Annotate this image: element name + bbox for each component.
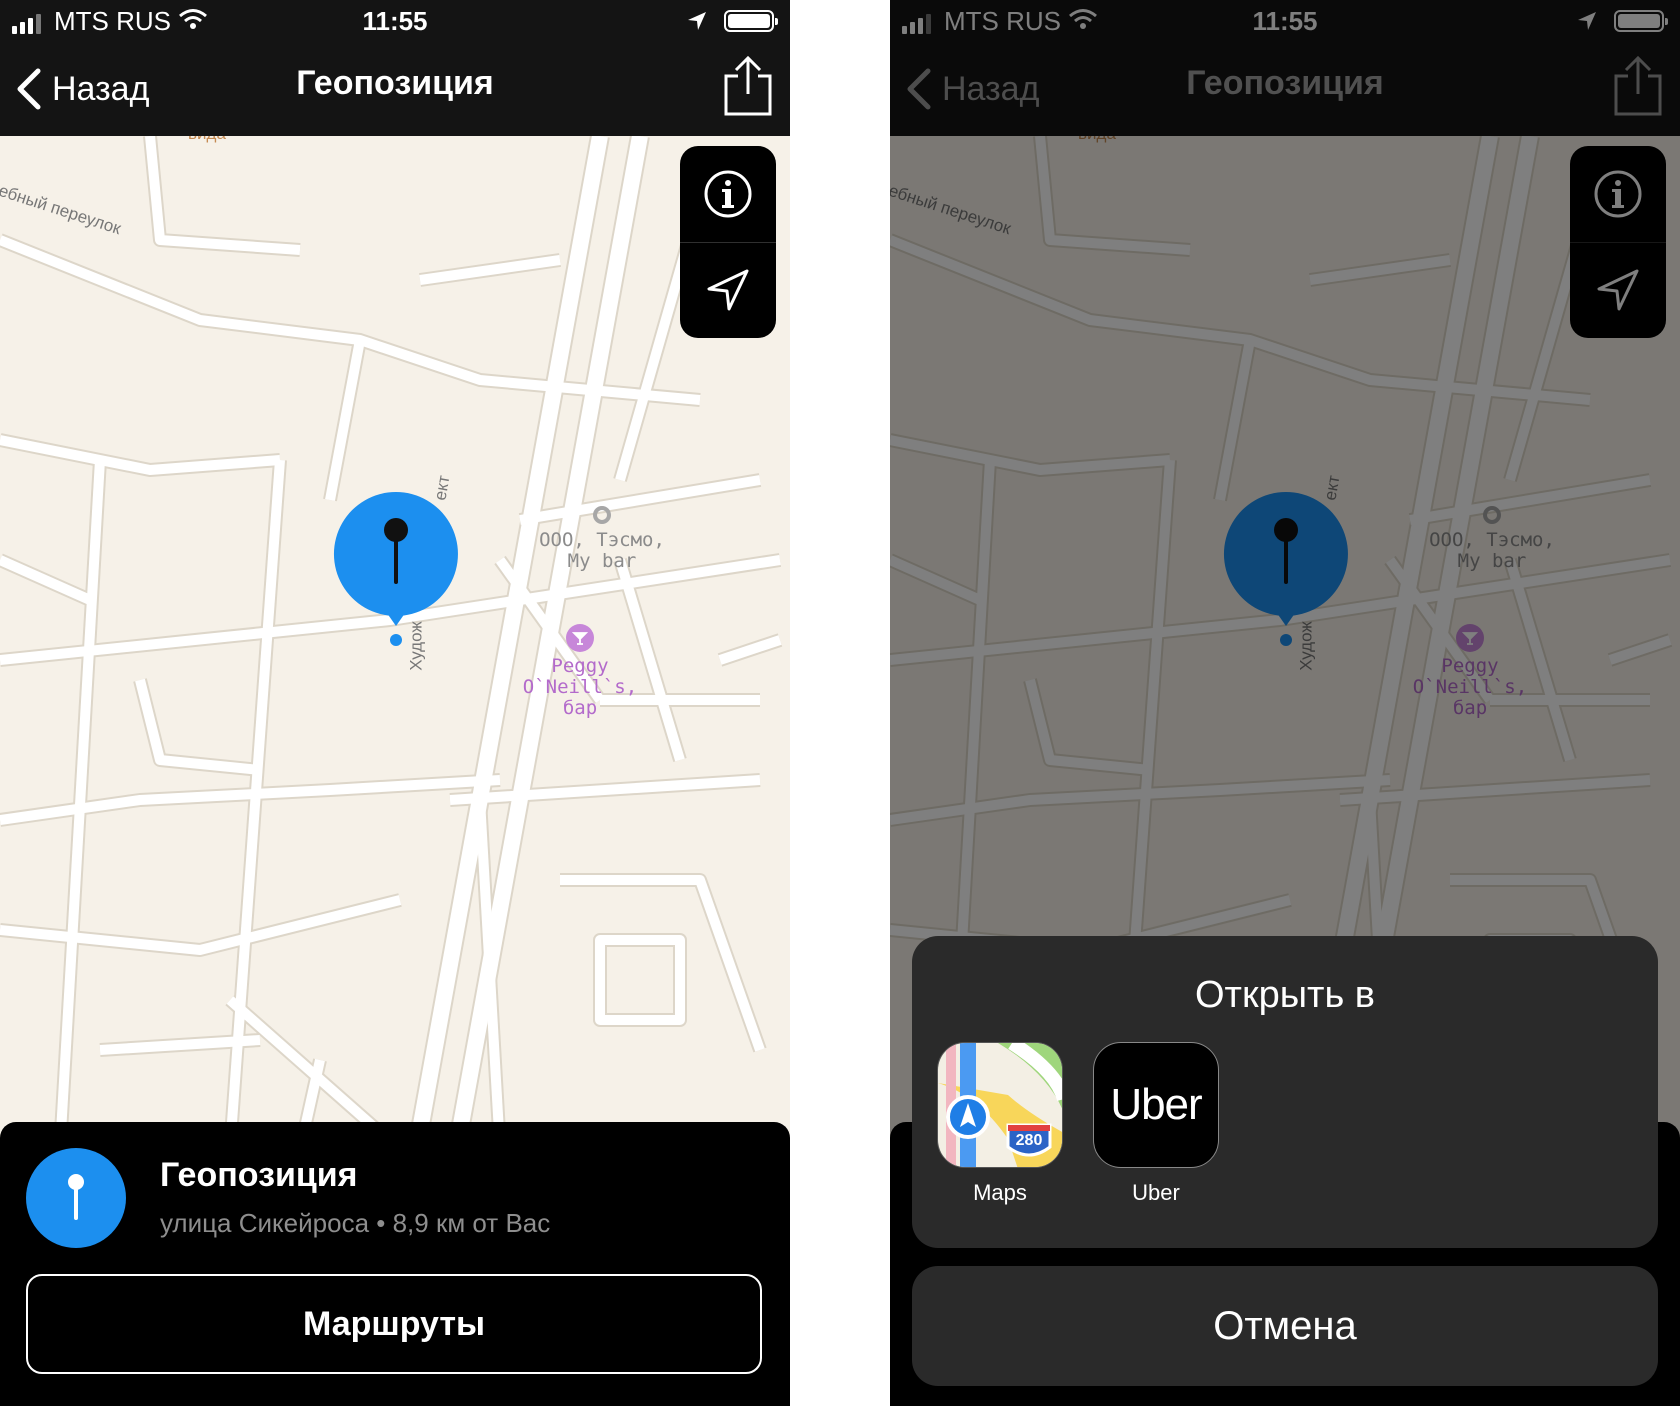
routes-button[interactable]: Маршруты: [26, 1274, 762, 1374]
location-pin[interactable]: [330, 488, 462, 658]
pin-avatar: [26, 1148, 126, 1248]
road: [325, 339, 365, 501]
road: [145, 135, 301, 255]
pin-icon: [68, 1174, 84, 1220]
info-button[interactable]: [680, 146, 776, 243]
uber-app-icon: Uber: [1093, 1042, 1219, 1168]
road: [0, 555, 93, 605]
cocktail-icon: [566, 624, 594, 652]
poi-peggy[interactable]: Peggy O`Neill`s, бар: [500, 624, 660, 719]
road: [595, 935, 685, 1025]
poi-tesmo[interactable]: ООО, Тэсмо, My bar: [532, 506, 672, 572]
battery-icon: [724, 10, 778, 32]
poi-tesmo-line2: My bar: [567, 550, 637, 572]
sheet-title: Открыть в: [1195, 974, 1375, 1016]
location-subtitle: улица Сикейроса • 8,9 км от Вас: [160, 1208, 551, 1238]
location-services-icon: [688, 12, 706, 30]
app-uber-label: Uber: [1132, 1180, 1180, 1205]
highway-badge-text: 280: [1016, 1132, 1043, 1149]
poi-tesmo-line1: ООО, Тэсмо,: [539, 529, 665, 551]
share-icon: [724, 55, 772, 116]
poi-circle-icon: [593, 506, 611, 524]
open-in-sheet: Открыть в 280 Maps Uber Uber: [912, 936, 1658, 1248]
status-bar: MTS RUS 11:55: [0, 0, 790, 44]
phone-screen-right: ебный переулок ект Худож вида ООО, Тэсмо…: [890, 0, 1680, 1406]
poi-peggy-line2: O`Neill`s, бар: [522, 676, 638, 719]
app-maps-label: Maps: [973, 1180, 1027, 1205]
location-arrow-icon: [707, 269, 749, 311]
uber-logo-text: Uber: [1110, 1080, 1202, 1129]
road-outline: [0, 893, 402, 957]
status-time: 11:55: [362, 6, 428, 36]
app-maps[interactable]: 280 Maps: [936, 1042, 1064, 1206]
info-icon: [704, 170, 752, 218]
road-outline: [593, 933, 687, 1027]
poi-peggy-line1: Peggy: [551, 655, 609, 677]
page-title: Геопозиция: [296, 64, 494, 102]
location-title: Геопозиция: [160, 1156, 358, 1194]
location-card: Геопозиция улица Сикейроса • 8,9 км от В…: [0, 1122, 790, 1406]
navigation-bar: Назад Геопозиция: [0, 44, 790, 136]
phone-screen-left: ебный переулок ект Худож вида ООО, Тэсмо…: [0, 0, 790, 1406]
road-outline: [143, 135, 301, 257]
app-uber[interactable]: Uber Uber: [1092, 1042, 1220, 1206]
map-controls: [680, 146, 776, 338]
share-button[interactable]: [722, 54, 774, 118]
cancel-button[interactable]: Отмена: [912, 1266, 1658, 1386]
my-location-button[interactable]: [680, 242, 776, 338]
maps-app-icon: 280: [937, 1042, 1063, 1168]
